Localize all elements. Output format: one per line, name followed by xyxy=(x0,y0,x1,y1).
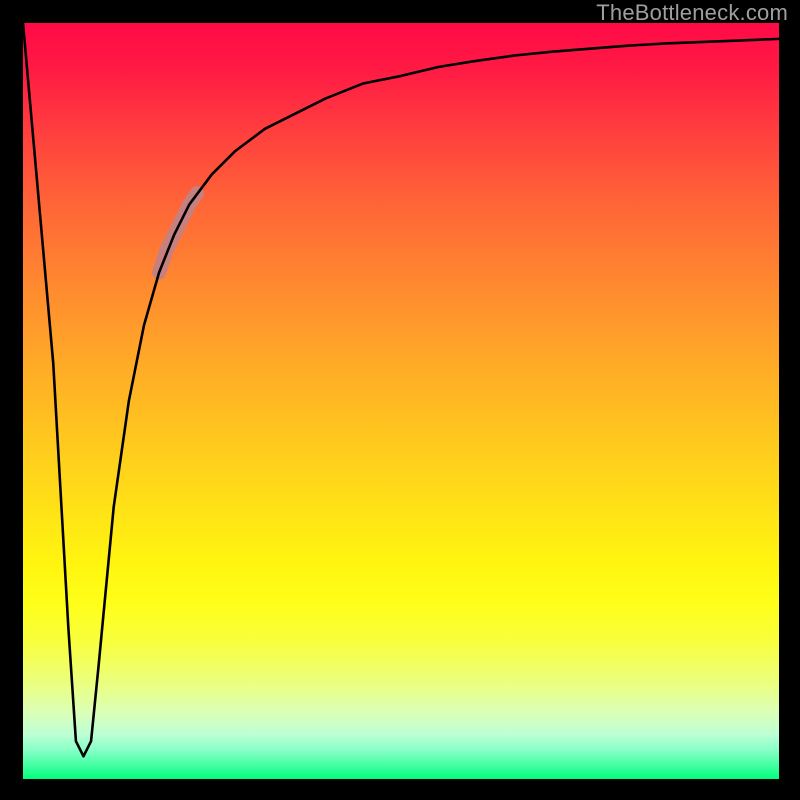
watermark-text: TheBottleneck.com xyxy=(596,0,788,26)
plot-area xyxy=(23,23,779,779)
heat-gradient xyxy=(23,23,779,779)
chart-root: TheBottleneck.com xyxy=(0,0,800,800)
